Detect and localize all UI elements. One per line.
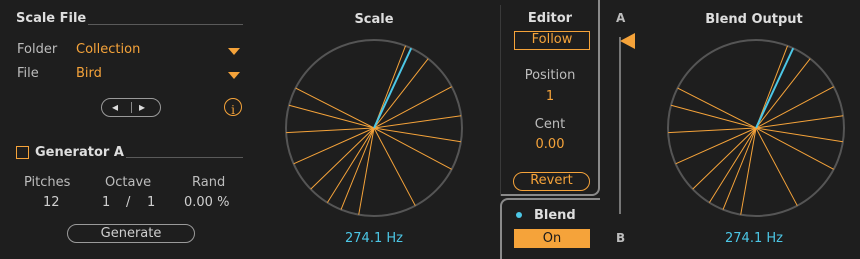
scale-degree-line [668, 127, 757, 134]
blend-output-dial [667, 39, 845, 217]
scale-degree-line [670, 104, 757, 129]
blend-output-frequency: 274.1 Hz [725, 231, 783, 246]
scale-degree-line [755, 115, 844, 129]
scale-degree-line [755, 127, 798, 206]
scale-degree-line [755, 86, 834, 129]
scale-degree-line [677, 87, 757, 129]
